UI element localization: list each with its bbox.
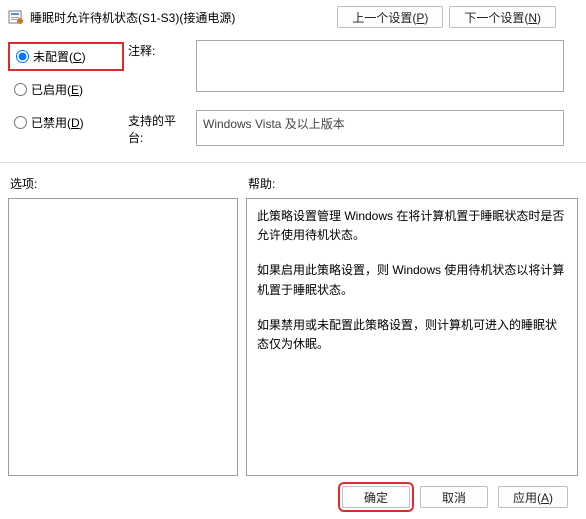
- comment-label: 注释:: [128, 40, 188, 59]
- help-text-2: 如果启用此策略设置，则 Windows 使用待机状态以将计算机置于睡眠状态。: [257, 261, 567, 299]
- radio-disabled-label: 已禁用(D): [31, 114, 84, 131]
- help-label: 帮助:: [246, 173, 578, 198]
- radio-enabled[interactable]: [14, 83, 27, 96]
- help-text-1: 此策略设置管理 Windows 在将计算机置于睡眠状态时是否允许使用待机状态。: [257, 207, 567, 245]
- prev-setting-button[interactable]: 上一个设置(P): [337, 6, 443, 28]
- not-configured-highlight: 未配置(C): [8, 42, 124, 71]
- radio-enabled-label: 已启用(E): [31, 81, 83, 98]
- help-panel: 此策略设置管理 Windows 在将计算机置于睡眠状态时是否允许使用待机状态。 …: [246, 198, 578, 476]
- ok-button[interactable]: 确定: [342, 486, 410, 508]
- cancel-button[interactable]: 取消: [420, 486, 488, 508]
- supported-platform-text: Windows Vista 及以上版本: [196, 110, 564, 146]
- radio-not-configured[interactable]: [16, 50, 29, 63]
- radio-not-configured-label: 未配置(C): [33, 48, 86, 65]
- comment-textarea[interactable]: [196, 40, 564, 92]
- options-panel: [8, 198, 238, 476]
- supported-label: 支持的平台:: [128, 110, 188, 146]
- options-label: 选项:: [8, 173, 238, 198]
- window-title: 睡眠时允许待机状态(S1-S3)(接通电源): [30, 9, 235, 26]
- policy-icon: [8, 9, 24, 25]
- apply-button[interactable]: 应用(A): [498, 486, 568, 508]
- next-setting-button[interactable]: 下一个设置(N): [449, 6, 556, 28]
- help-text-3: 如果禁用或未配置此策略设置，则计算机可进入的睡眠状态仅为休眠。: [257, 316, 567, 354]
- divider: [0, 162, 586, 163]
- radio-disabled[interactable]: [14, 116, 27, 129]
